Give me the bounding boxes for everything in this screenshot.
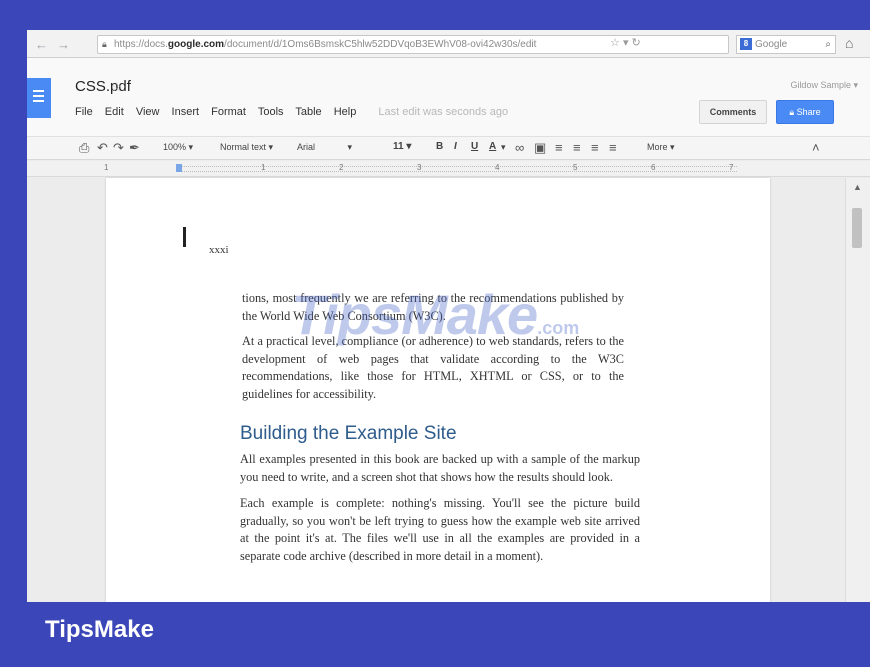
zoom-select[interactable]: 100% ▾ [163,142,193,153]
menu-edit[interactable]: Edit [105,106,124,118]
collapse-icon[interactable]: ˄ [812,140,820,155]
user-name[interactable]: Gildow Sample ▾ [790,80,858,91]
scroll-up-icon[interactable]: ▲ [853,182,862,192]
last-edit-status[interactable]: Last edit was seconds ago [378,106,508,118]
justify-icon[interactable]: ≡ [609,140,617,155]
font-size-select[interactable]: 11 ▾ [393,141,411,152]
paragraph[interactable]: All examples presented in this book are … [240,451,640,486]
ruler-number: 1 [261,163,266,172]
forward-arrow-icon[interactable]: → [57,37,70,52]
align-center-icon[interactable]: ≡ [573,140,581,155]
star-icon[interactable]: ☆ [111,79,123,95]
align-left-icon[interactable]: ≡ [555,140,563,155]
lock-icon: 🔒︎ [102,39,107,49]
format-toolbar: ⎙ ↶ ↷ ✒ 100% ▾ Normal text ▾ Arial ▾ 11 … [27,136,870,160]
bold-button[interactable]: B [436,141,443,152]
style-select[interactable]: Normal text ▾ [220,142,273,153]
ruler-number: 2 [339,163,344,172]
page-number-text: xxxi [209,244,229,256]
docs-logo-icon[interactable] [27,78,51,118]
text-cursor [183,227,186,247]
search-icon[interactable]: ⌕ [825,36,831,53]
paint-format-icon[interactable]: ✒ [129,140,140,156]
ruler-number: 5 [573,163,578,172]
italic-button[interactable]: I [454,141,457,152]
star-icon[interactable]: ☆ [610,37,620,49]
chevron-down-icon[interactable]: ▾ [501,142,506,153]
link-icon[interactable]: ∞ [515,140,524,155]
url-path: /document/d/1Oms6BsmskC5hlw52DDVqoB3EWhV… [224,39,537,50]
menu-view[interactable]: View [136,106,160,118]
chevron-down-icon[interactable]: ▾ [623,37,629,49]
search-placeholder: Google [755,39,788,50]
refresh-icon[interactable]: ↻ [632,37,641,49]
ruler-number: 4 [495,163,500,172]
vertical-scrollbar[interactable]: ▲ [845,178,870,602]
document-canvas[interactable]: xxxi tions, most frequently we are refer… [27,178,870,602]
more-button[interactable]: More ▾ [647,142,675,153]
menu-insert[interactable]: Insert [172,106,200,118]
ruler-number: 6 [651,163,656,172]
underline-button[interactable]: U [471,141,478,152]
ruler-number: 3 [417,163,422,172]
print-icon[interactable]: ⎙ [79,140,89,156]
url-prefix: https://docs. [114,39,168,50]
font-select[interactable]: Arial ▾ [297,142,352,153]
menu-table[interactable]: Table [295,106,321,118]
ruler-number: 1 [104,163,109,172]
comment-icon[interactable]: ▣ [534,140,546,156]
redo-icon[interactable]: ↷ [113,140,124,156]
browser-screenshot: ← → 🔒︎ https://docs.google.com/document/… [27,30,870,602]
search-input[interactable]: 8 Google ⌕ [736,35,836,54]
brand-logo-text: TipsMake [45,616,154,643]
document-body[interactable]: All examples presented in this book are … [240,451,640,574]
ruler[interactable]: 1 1 2 3 4 5 6 7 [27,161,870,177]
text-color-button[interactable]: A [489,141,496,152]
docs-header: CSS.pdf ☆ File Edit View Insert Format T… [27,58,870,136]
home-icon[interactable]: ⌂ [845,35,853,51]
share-button[interactable]: 🔒︎ Share [776,100,834,124]
menu-tools[interactable]: Tools [258,106,284,118]
search-engine-icon: 8 [740,38,752,50]
url-host: google.com [167,39,225,50]
browser-toolbar: ← → 🔒︎ https://docs.google.com/document/… [27,30,870,58]
section-heading[interactable]: Building the Example Site [240,423,457,445]
menu-help[interactable]: Help [334,106,357,118]
document-page[interactable]: xxxi tions, most frequently we are refer… [106,178,770,602]
indent-marker[interactable] [176,164,182,172]
undo-icon[interactable]: ↶ [97,140,108,156]
comments-button[interactable]: Comments [699,100,767,124]
ruler-number: 7 [729,163,734,172]
url-actions: ☆ ▾ ↻ [610,36,641,49]
back-arrow-icon[interactable]: ← [35,37,48,52]
menu-format[interactable]: Format [211,106,246,118]
watermark: TipsMake.com [291,283,580,346]
menu-file[interactable]: File [75,106,93,118]
menu-bar: File Edit View Insert Format Tools Table… [75,106,517,122]
align-right-icon[interactable]: ≡ [591,140,599,155]
paragraph[interactable]: Each example is complete: nothing's miss… [240,495,640,565]
scrollbar-thumb[interactable] [852,208,862,248]
